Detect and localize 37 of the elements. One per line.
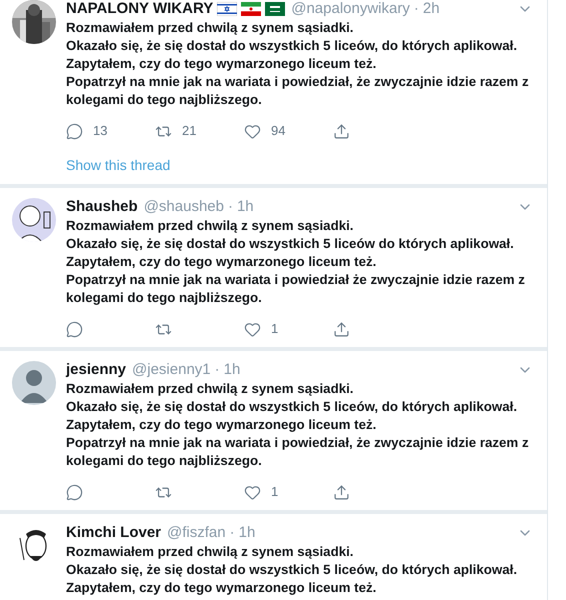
avatar-icon <box>12 361 56 405</box>
share-icon[interactable] <box>333 320 350 338</box>
tweet-text: Rozmawiałem przed chwilą z synem sąsiadki. Okazało się, że się dostał do wszystkich 5 liceów, do których aplikował. Zapytałem, czy do tego wymarzonego liceum też. Popatrzył na mnie jak na wariata i powiedział, że zwyczajnie idzie razem z kolegami do tego najbliższego. <box>66 380 529 470</box>
timestamp[interactable]: 1h <box>236 198 254 216</box>
display-name[interactable]: Shausheb <box>66 198 138 216</box>
heart-icon[interactable] <box>244 484 261 500</box>
count-text: 1 <box>271 483 278 502</box>
dot-separator: · <box>214 361 220 379</box>
handle-text: @fiszfan <box>167 524 226 542</box>
handle-text: @jesienny1 <box>132 361 211 379</box>
count-text: 1 <box>271 320 278 338</box>
timestamp[interactable]: 2h <box>422 0 440 18</box>
timestamp[interactable]: 1h <box>224 361 240 379</box>
tweet-text: Rozmawiałem przed chwilą z synem sąsiadki. Okazało się, że się dostał do wszystkich 5 liceów do których aplikował. Zapytałem, czy do tego wymarzonego liceum też. Popatrzył na mnie jak na wariata i powiedział że zwyczajnie idzie razem z kolegami do tego najbliższego. <box>66 217 525 307</box>
reply-icon[interactable] <box>66 122 83 140</box>
display-name[interactable]: Kimchi Lover <box>66 524 162 542</box>
dot-separator: · <box>414 0 419 18</box>
count-text: 13 <box>93 122 108 140</box>
handle-text: @shausheb <box>144 198 224 216</box>
display-name[interactable]: jesienny <box>66 361 126 379</box>
dot-separator: · <box>228 198 233 216</box>
tweet-text: Rozmawiałem przed chwilą z synem sąsiadki. Okazało się, że się dostał do wszystkich 5 liceów, do których aplikował. Zapytałem, czy do tego wymarzonego liceum też. <box>66 543 518 597</box>
avatar-icon <box>12 198 56 242</box>
handle-text: @napalonywikary <box>291 0 410 18</box>
count-text: 21 <box>182 122 196 140</box>
heart-icon[interactable] <box>244 320 261 338</box>
heart-icon[interactable] <box>244 122 261 140</box>
display-name[interactable]: NAPALONY WIKARY <box>66 0 214 18</box>
show-thread-link[interactable]: Show this thread <box>66 155 533 176</box>
tweet-text: Rozmawiałem przed chwilą z synem sąsiadki. Okazało się, że się dostał do wszystkich 5 liceów, do których aplikował. Zapytałem, czy do tego wymarzonego liceum też. Popatrzył na mnie jak na wariata i powiedział, że zwyczajnie idzie razem z kolegami do tego najbliższego. <box>66 19 529 109</box>
timestamp[interactable]: 1h <box>238 524 256 542</box>
share-icon[interactable] <box>333 122 350 140</box>
count-text: 94 <box>271 122 286 140</box>
dot-separator: · <box>230 524 235 542</box>
reply-icon[interactable] <box>66 320 83 338</box>
reply-icon[interactable] <box>66 484 83 500</box>
share-icon[interactable] <box>333 484 350 500</box>
